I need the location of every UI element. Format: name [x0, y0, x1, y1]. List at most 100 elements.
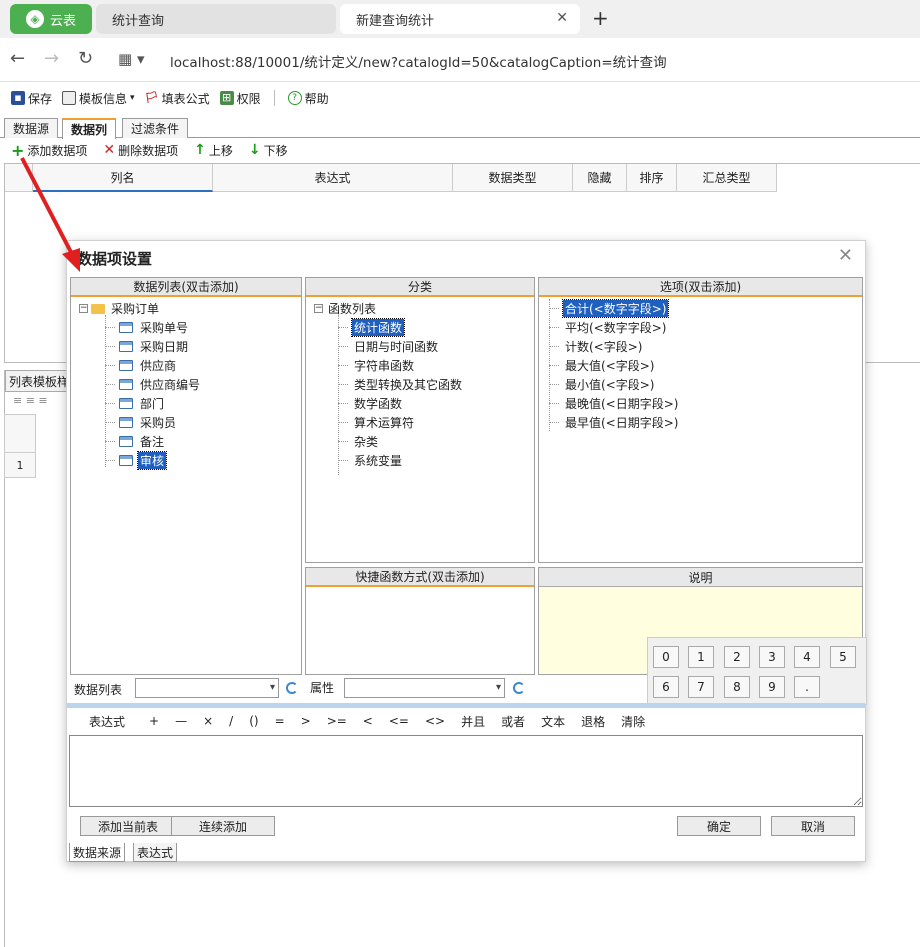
option-item[interactable]: 最小值(<字段>) [539, 375, 862, 394]
col-header-expression[interactable]: 表达式 [213, 164, 453, 192]
apps-grid-icon[interactable]: ▦ ▾ [118, 50, 144, 68]
collapse-icon[interactable]: − [314, 304, 323, 313]
category-item-selected[interactable]: 统计函数 [306, 318, 534, 337]
add-data-item-button[interactable]: + 添加数据项 [8, 140, 90, 160]
col-header-name[interactable]: 列名 [33, 164, 213, 192]
permission-label: 权限 [236, 91, 261, 106]
category-item[interactable]: 类型转换及其它函数 [306, 375, 534, 394]
num-key-4[interactable]: 4 [794, 646, 820, 668]
num-key-9[interactable]: 9 [759, 676, 785, 698]
col-header-summary[interactable]: 汇总类型 [677, 164, 777, 192]
op-and-button[interactable]: 并且 [453, 713, 493, 730]
permission-button[interactable]: ⊞ 权限 [217, 88, 264, 108]
browser-tab-stats-query[interactable]: 统计查询 [96, 4, 336, 34]
option-item[interactable]: 最大值(<字段>) [539, 356, 862, 375]
category-item[interactable]: 算术运算符 [306, 413, 534, 432]
cancel-button[interactable]: 取消 [771, 816, 855, 836]
move-down-button[interactable]: ↓ 下移 [246, 140, 291, 160]
op-text-button[interactable]: 文本 [533, 713, 573, 730]
tab-data-origin[interactable]: 数据来源 [69, 843, 126, 862]
op-not-equal-button[interactable]: <> [417, 714, 453, 728]
browser-tab-new-query[interactable]: 新建查询统计 ✕ [340, 4, 580, 34]
back-icon[interactable]: ← [10, 48, 25, 69]
align-icons[interactable]: ≡ ≡ ≡ [13, 394, 48, 407]
op-divide-button[interactable]: / [221, 714, 241, 728]
num-key-0[interactable]: 0 [653, 646, 679, 668]
category-root-node[interactable]: − 函数列表 [306, 299, 534, 318]
data-list-select[interactable]: ▾ [135, 678, 279, 698]
op-less-button[interactable]: < [355, 714, 381, 728]
option-item[interactable]: 计数(<字段>) [539, 337, 862, 356]
tree-item[interactable]: 部门 [71, 394, 301, 413]
num-key-2[interactable]: 2 [724, 646, 750, 668]
reload-icon[interactable]: ↻ [78, 48, 93, 69]
op-greater-button[interactable]: > [293, 714, 319, 728]
num-key-7[interactable]: 7 [688, 676, 714, 698]
op-parens-button[interactable]: () [241, 714, 266, 728]
op-greater-equal-button[interactable]: >= [319, 714, 355, 728]
num-key-8[interactable]: 8 [724, 676, 750, 698]
save-button[interactable]: ▪ 保存 [8, 88, 55, 108]
search-icon[interactable] [513, 682, 525, 694]
tab-data-columns[interactable]: 数据列 [62, 118, 117, 139]
new-tab-icon[interactable]: + [592, 6, 609, 30]
close-icon[interactable]: ✕ [556, 10, 568, 26]
move-up-button[interactable]: ↑ 上移 [191, 140, 236, 160]
tab-expression[interactable]: 表达式 [133, 843, 178, 862]
formula-button[interactable]: 🏳 填表公式 [142, 88, 213, 108]
clear-button[interactable]: 清除 [613, 713, 653, 730]
template-info-button[interactable]: 模板信息 ▾ [59, 88, 138, 108]
num-key-dot[interactable]: . [794, 676, 820, 698]
tab-list-template[interactable]: 列表模板样 [5, 370, 71, 392]
collapse-icon[interactable]: − [79, 304, 88, 313]
tree-root-node[interactable]: − 采购订单 [71, 299, 301, 318]
tree-item-selected[interactable]: 审核 [71, 451, 301, 470]
option-item-selected[interactable]: 合计(<数字字段>) [539, 299, 862, 318]
option-item[interactable]: 平均(<数字字段>) [539, 318, 862, 337]
num-key-6[interactable]: 6 [653, 676, 679, 698]
tree-item[interactable]: 采购日期 [71, 337, 301, 356]
splitter-handle[interactable] [67, 703, 865, 708]
op-less-equal-button[interactable]: <= [381, 714, 417, 728]
tab-filter-conditions[interactable]: 过滤条件 [122, 118, 189, 138]
num-key-3[interactable]: 3 [759, 646, 785, 668]
op-minus-button[interactable]: — [167, 714, 195, 728]
grid-corner [5, 164, 33, 192]
expression-input[interactable] [69, 735, 863, 807]
category-item[interactable]: 数学函数 [306, 394, 534, 413]
tab-data-source[interactable]: 数据源 [4, 118, 59, 138]
op-multiply-button[interactable]: × [195, 714, 221, 728]
tree-item[interactable]: 备注 [71, 432, 301, 451]
tree-item[interactable]: 采购员 [71, 413, 301, 432]
help-button[interactable]: ? 帮助 [285, 88, 332, 108]
tree-item[interactable]: 供应商 [71, 356, 301, 375]
category-item[interactable]: 日期与时间函数 [306, 337, 534, 356]
category-item[interactable]: 杂类 [306, 432, 534, 451]
option-item[interactable]: 最早值(<日期字段>) [539, 413, 862, 432]
add-current-table-button[interactable]: 添加当前表 [80, 816, 176, 836]
col-header-datatype[interactable]: 数据类型 [453, 164, 573, 192]
forward-icon[interactable]: → [44, 48, 59, 69]
op-plus-button[interactable]: + [141, 714, 167, 728]
col-header-hidden[interactable]: 隐藏 [573, 164, 627, 192]
tree-item[interactable]: 采购单号 [71, 318, 301, 337]
op-equal-button[interactable]: = [267, 714, 293, 728]
col-header-sort[interactable]: 排序 [627, 164, 677, 192]
num-key-5[interactable]: 5 [830, 646, 856, 668]
category-item[interactable]: 系统变量 [306, 451, 534, 470]
num-key-1[interactable]: 1 [688, 646, 714, 668]
app-tab-yunbiao[interactable]: ◈ 云表 [10, 4, 92, 34]
op-or-button[interactable]: 或者 [493, 713, 533, 730]
search-icon[interactable] [286, 682, 298, 694]
url-field[interactable]: localhost:88/10001/统计定义/new?catalogId=50… [170, 51, 667, 71]
delete-data-item-button[interactable]: ✕ 删除数据项 [100, 140, 181, 160]
tree-item[interactable]: 供应商编号 [71, 375, 301, 394]
category-item[interactable]: 字符串函数 [306, 356, 534, 375]
continuous-add-button[interactable]: 连续添加 [171, 816, 275, 836]
option-item[interactable]: 最晚值(<日期字段>) [539, 394, 862, 413]
backspace-button[interactable]: 退格 [573, 713, 613, 730]
tree-item-label: 供应商编号 [140, 378, 201, 392]
ok-button[interactable]: 确定 [677, 816, 761, 836]
attribute-select[interactable]: ▾ [344, 678, 505, 698]
close-icon[interactable]: ✕ [838, 245, 853, 266]
